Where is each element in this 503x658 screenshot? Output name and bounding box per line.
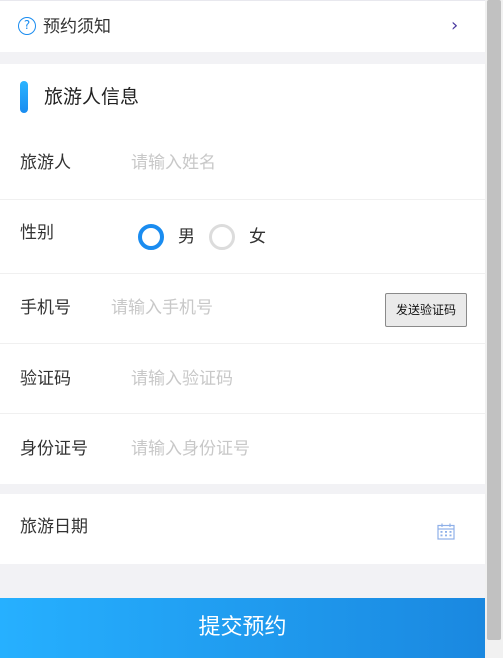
id-card-input[interactable]: 请输入身份证号 bbox=[131, 438, 250, 460]
code-input[interactable]: 请输入验证码 bbox=[131, 368, 233, 390]
send-code-button[interactable]: 发送验证码 bbox=[385, 293, 467, 327]
scrollbar-thumb[interactable] bbox=[487, 0, 501, 640]
traveler-info-card: 旅游人信息 旅游人 请输入姓名 性别 男 女 手机号 请输入手机号 发送验证码 … bbox=[0, 64, 485, 484]
phone-row: 手机号 请输入手机号 发送验证码 bbox=[0, 274, 485, 344]
phone-label: 手机号 bbox=[20, 298, 71, 318]
submit-booking-button[interactable]: 提交预约 bbox=[0, 598, 485, 658]
section-accent-bar bbox=[20, 81, 28, 113]
gender-row: 性别 男 女 bbox=[0, 200, 485, 274]
gender-female-label: 女 bbox=[249, 227, 266, 247]
scrollbar[interactable] bbox=[485, 0, 503, 658]
name-input[interactable]: 请输入姓名 bbox=[131, 152, 216, 174]
gender-male-label: 男 bbox=[178, 227, 195, 247]
booking-notice-row[interactable]: ? 预约须知 › bbox=[0, 0, 485, 52]
gender-female-radio[interactable] bbox=[209, 224, 235, 250]
id-card-row: 身份证号 请输入身份证号 bbox=[0, 414, 485, 484]
calendar-icon[interactable] bbox=[437, 523, 455, 540]
chevron-right-icon: › bbox=[451, 15, 459, 36]
name-label: 旅游人 bbox=[20, 153, 71, 173]
booking-page: ? 预约须知 › 旅游人信息 旅游人 请输入姓名 性别 男 女 手机号 请输入手… bbox=[0, 0, 485, 658]
id-card-label: 身份证号 bbox=[20, 439, 88, 459]
gender-male-radio[interactable] bbox=[138, 224, 164, 250]
question-circle-icon: ? bbox=[18, 17, 36, 35]
booking-notice-label: 预约须知 bbox=[43, 17, 111, 37]
code-label: 验证码 bbox=[20, 369, 71, 389]
travel-date-label: 旅游日期 bbox=[20, 517, 88, 537]
section-title: 旅游人信息 bbox=[44, 86, 140, 108]
name-row: 旅游人 请输入姓名 bbox=[0, 128, 485, 200]
travel-date-row[interactable]: 旅游日期 bbox=[0, 494, 485, 564]
phone-input[interactable]: 请输入手机号 bbox=[111, 297, 213, 319]
code-row: 验证码 请输入验证码 bbox=[0, 344, 485, 414]
gender-label: 性别 bbox=[20, 223, 54, 243]
